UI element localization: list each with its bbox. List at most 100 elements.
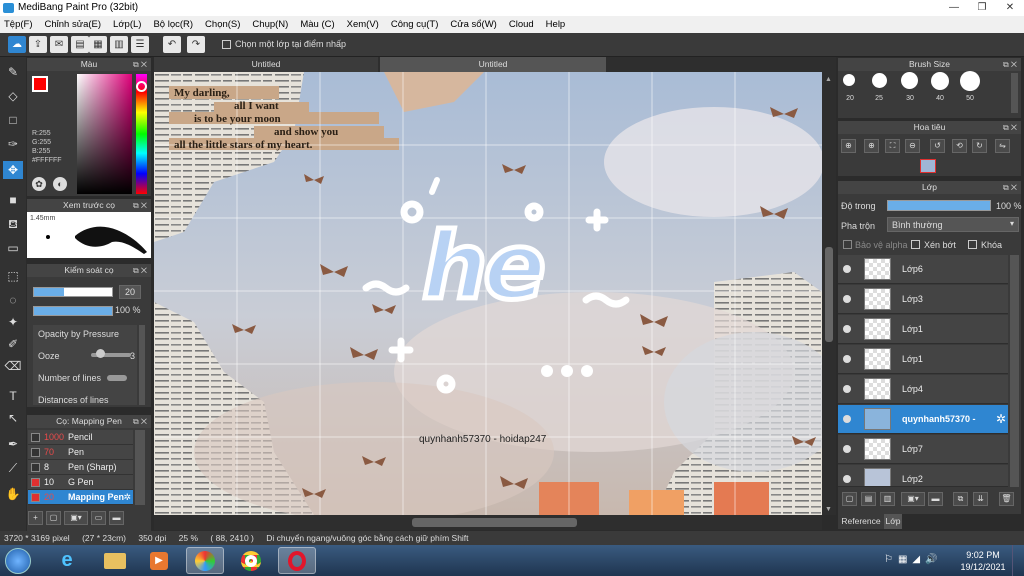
eye-icon[interactable]	[843, 325, 851, 333]
brush-size-20-icon[interactable]	[843, 74, 855, 86]
brush-opacity-slider[interactable]	[33, 306, 113, 316]
menu-window[interactable]: Cửa sổ(W)	[450, 19, 496, 30]
zoom-in-icon[interactable]: ⊕	[841, 139, 856, 153]
color-swap-icon[interactable]: ◐	[53, 177, 67, 191]
share-icon[interactable]: ⇪	[29, 36, 47, 53]
opera-icon[interactable]	[278, 547, 316, 574]
eye-icon[interactable]	[843, 385, 851, 393]
eye-icon[interactable]	[843, 265, 851, 273]
eyedropper-icon[interactable]: ✒	[3, 435, 23, 453]
tab-untitled-2[interactable]: Untitled	[380, 57, 606, 72]
select-pen-icon[interactable]: ✐	[3, 335, 23, 353]
vertical-scroll-thumb[interactable]	[825, 247, 833, 342]
zoom-in-2-icon[interactable]: ⊕	[864, 139, 879, 153]
minimize-button[interactable]: —	[940, 0, 968, 16]
new-brush-icon[interactable]: ▢	[46, 511, 61, 525]
fill-rect-tool-icon[interactable]: ■	[3, 191, 23, 209]
horizontal-scroll-thumb[interactable]	[412, 518, 577, 527]
brush-size-25-icon[interactable]	[872, 73, 887, 88]
layer-row[interactable]: Lớp7	[838, 435, 1008, 464]
panel-controls-icon[interactable]: ⧉ ✕	[133, 58, 147, 71]
undo-icon[interactable]: ↶	[163, 36, 181, 53]
brush-menu-icon[interactable]: ▣▾	[64, 511, 88, 525]
panel-controls-icon[interactable]: ⧉ ✕	[133, 199, 147, 212]
show-desktop-button[interactable]	[1012, 545, 1024, 576]
select-layer-checkbox[interactable]	[222, 40, 231, 49]
chrome-icon[interactable]	[232, 547, 270, 574]
menu-filter[interactable]: Bộ lọc(R)	[153, 19, 193, 30]
rotate-left-icon[interactable]: ↺	[930, 139, 945, 153]
pen-tool-icon[interactable]: ✑	[3, 135, 23, 153]
tab-layer[interactable]: Lớp	[884, 514, 902, 529]
magic-wand-icon[interactable]: ✦	[3, 313, 23, 331]
settings-gear-icon[interactable]: ✲	[996, 412, 1006, 426]
comment-icon[interactable]: ✉	[50, 36, 68, 53]
gradient-tool-icon[interactable]: ▭	[3, 239, 23, 257]
brush-size-40-icon[interactable]	[931, 72, 949, 90]
menu-tools[interactable]: Công cụ(T)	[391, 19, 439, 30]
menu-select[interactable]: Chọn(S)	[205, 19, 240, 30]
media-player-icon[interactable]: ▶	[140, 547, 178, 574]
brush-item-mapping-pen[interactable]: 20 Mapping Pen ✲	[28, 490, 133, 505]
add-layer-menu-icon[interactable]: ▣▾	[901, 492, 925, 506]
panel-controls-icon[interactable]: ⧉ ✕	[133, 415, 147, 428]
eye-icon[interactable]	[843, 445, 851, 453]
blend-mode-select[interactable]: Bình thường ▾	[887, 217, 1019, 232]
brush-tool-icon[interactable]: ✎	[3, 63, 23, 81]
brush-folder-icon[interactable]: ▬	[109, 511, 124, 525]
hand-tool-icon[interactable]: ✋	[3, 485, 23, 503]
panel-controls-icon[interactable]: ⧉ ✕	[1003, 58, 1017, 71]
layer-opacity-slider[interactable]	[887, 200, 991, 211]
duplicate-layer-icon[interactable]: ⧉	[953, 492, 968, 506]
menu-layer[interactable]: Lớp(L)	[113, 19, 141, 30]
settings-gear-icon[interactable]: ✲	[123, 490, 131, 505]
layer-row[interactable]: Lớp2	[838, 465, 1008, 487]
clipping-checkbox[interactable]	[911, 240, 920, 249]
maximize-button[interactable]: ❐	[968, 0, 996, 16]
file-explorer-icon[interactable]	[96, 547, 134, 574]
saturation-value-picker[interactable]	[77, 74, 132, 194]
navigator-thumbnail[interactable]	[920, 159, 936, 173]
primary-color-swatch[interactable]	[32, 76, 48, 92]
lock-checkbox[interactable]	[968, 240, 977, 249]
select-eraser-icon[interactable]: ⌫	[3, 357, 23, 375]
brush-size-slider[interactable]	[33, 287, 113, 297]
operation-tool-icon[interactable]: ↖	[3, 409, 23, 427]
internet-explorer-icon[interactable]: e	[48, 547, 86, 574]
panel-controls-icon[interactable]: ⧉ ✕	[1003, 181, 1017, 194]
folder-icon[interactable]: ▬	[928, 492, 943, 506]
layer-row[interactable]: Lớp6	[838, 255, 1008, 284]
eye-icon[interactable]	[843, 415, 851, 423]
hue-handle[interactable]	[136, 81, 147, 92]
rotate-right-icon[interactable]: ↻	[972, 139, 987, 153]
horizontal-scrollbar[interactable]	[154, 515, 822, 530]
brush-item-pen[interactable]: 70 Pen	[28, 445, 133, 460]
flip-icon[interactable]: ⇋	[995, 139, 1010, 153]
document-icon[interactable]: ▤	[71, 36, 89, 53]
list-icon[interactable]: ☰	[131, 36, 149, 53]
eraser-tool-icon[interactable]: ◇	[3, 87, 23, 105]
brush-list-scrollbar[interactable]	[135, 430, 145, 505]
tab-reference[interactable]: Reference	[838, 514, 884, 529]
vertical-scrollbar[interactable]: ▲ ▼	[822, 72, 836, 515]
shape-tool-icon[interactable]: □	[3, 111, 23, 129]
eyedropper2-icon[interactable]: ⟋	[3, 459, 23, 477]
page-icon[interactable]: ▦	[89, 36, 107, 53]
brush-size-value[interactable]: 20	[119, 285, 141, 299]
close-button[interactable]: ✕	[996, 0, 1024, 16]
grid-icon[interactable]: ▥	[110, 36, 128, 53]
brush-size-50-icon[interactable]	[960, 71, 980, 91]
text-tool-icon[interactable]: T	[3, 387, 23, 405]
protect-alpha-checkbox[interactable]	[843, 240, 852, 249]
brush-control-scrollbar[interactable]	[139, 325, 145, 405]
menu-view[interactable]: Xem(V)	[347, 19, 379, 30]
palette-icon[interactable]: ✿	[32, 177, 46, 191]
rotate-reset-icon[interactable]: ⟲	[952, 139, 967, 153]
lasso-tool-icon[interactable]: ◌	[3, 291, 23, 309]
bucket-tool-icon[interactable]: ⛾	[3, 215, 23, 233]
trash-icon[interactable]: 🗑	[999, 492, 1014, 506]
tray-icons[interactable]: ⚐▦◢🔊	[884, 554, 943, 565]
eye-icon[interactable]	[843, 475, 851, 483]
cloud-icon[interactable]: ☁	[8, 36, 26, 53]
menu-help[interactable]: Help	[546, 19, 566, 30]
